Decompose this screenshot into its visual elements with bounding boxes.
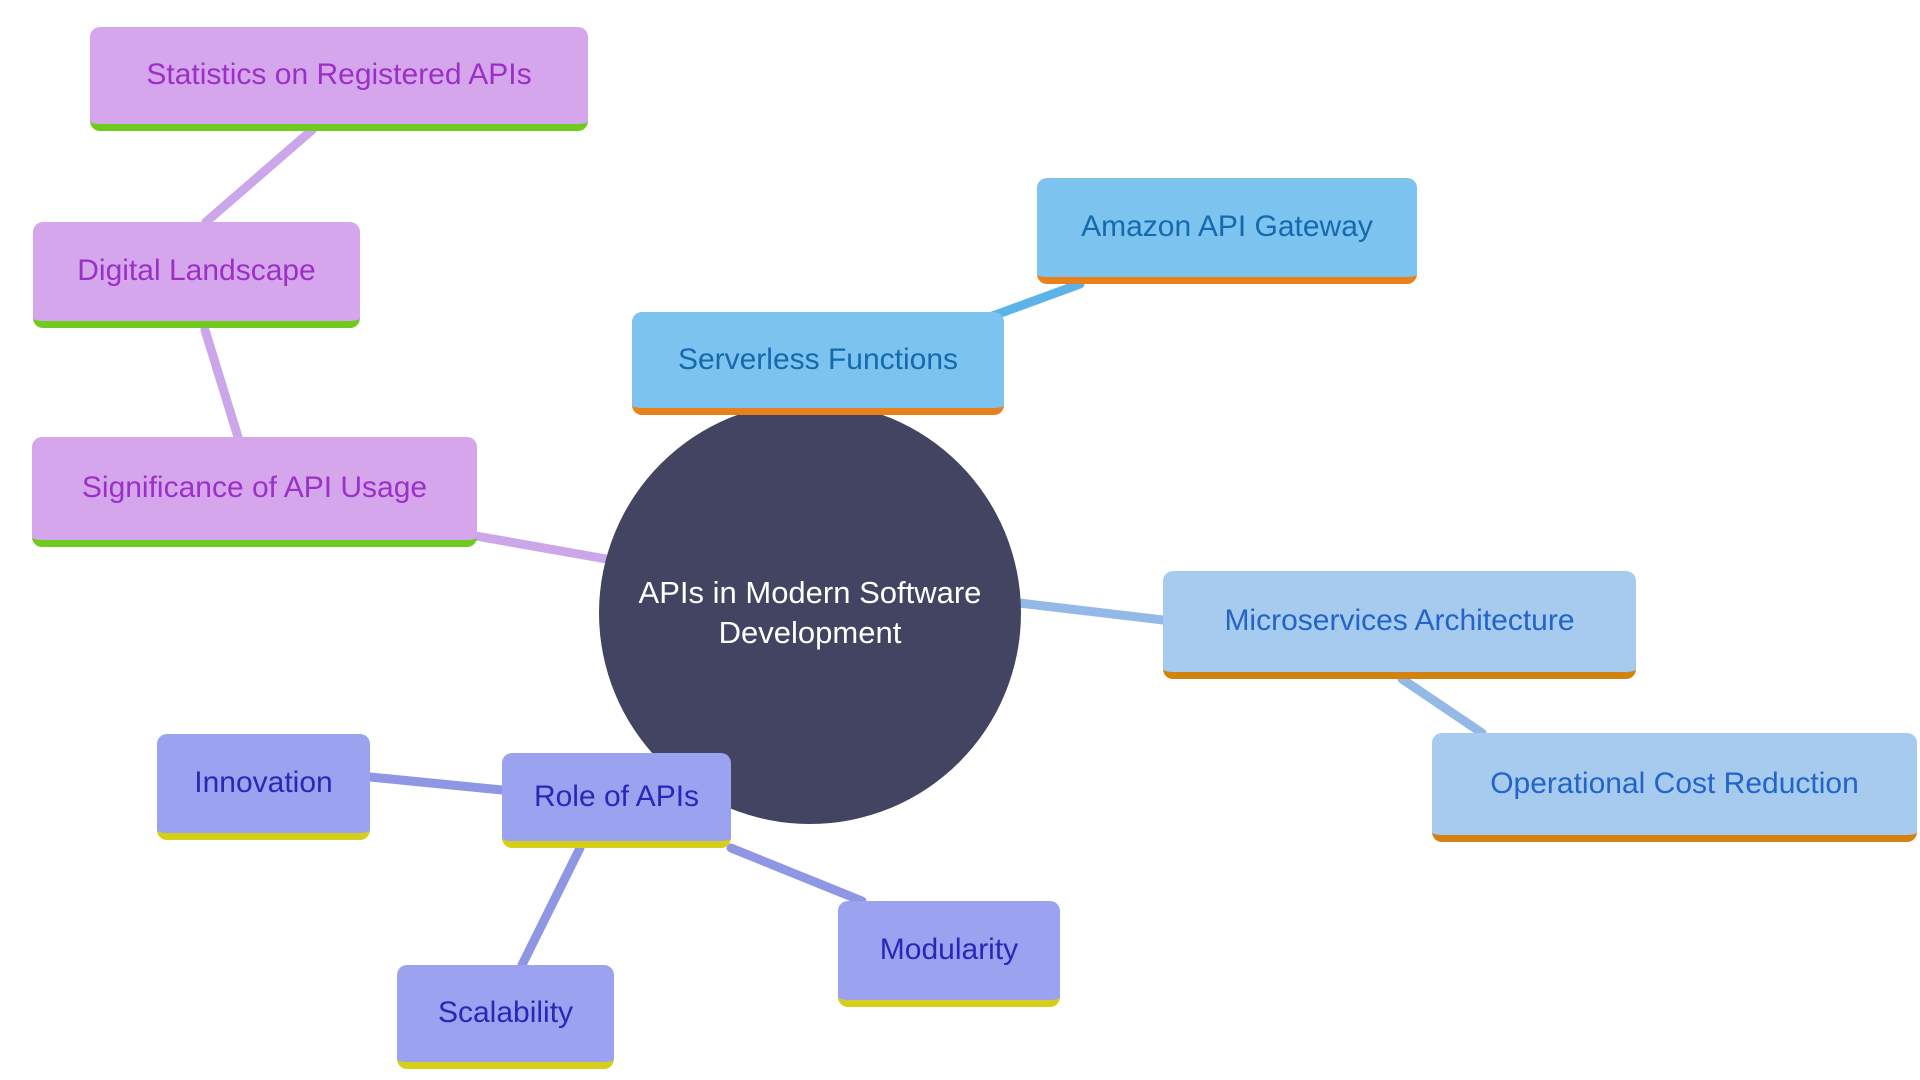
node-role-of-apis[interactable]: Role of APIs — [502, 753, 731, 848]
edge-microservices-cost — [1397, 674, 1487, 738]
node-label-cost-reduction: Operational Cost Reduction — [1490, 766, 1859, 800]
node-significance[interactable]: Significance of API Usage — [32, 437, 477, 547]
node-api-gateway[interactable]: Amazon API Gateway — [1037, 178, 1417, 284]
central-node-label: APIs in Modern Software Development — [638, 575, 982, 650]
node-label-serverless: Serverless Functions — [677, 342, 959, 376]
node-label-api-gateway: Amazon API Gateway — [1081, 210, 1373, 244]
node-serverless[interactable]: Serverless Functions — [632, 312, 1004, 415]
edge-central-microservices — [1014, 598, 1168, 625]
node-label-role-of-apis: Role of APIs — [533, 779, 700, 813]
node-label-modularity: Modularity — [879, 933, 1019, 967]
node-label-microservices: Microservices Architecture — [1224, 604, 1575, 638]
edge-role-modularity — [726, 843, 867, 906]
node-cost-reduction[interactable]: Operational Cost Reduction — [1432, 733, 1917, 842]
node-modularity[interactable]: Modularity — [838, 901, 1060, 1007]
node-label-scalability: Scalability — [437, 996, 574, 1030]
node-microservices[interactable]: Microservices Architecture — [1163, 571, 1636, 679]
edge-central-significance — [465, 530, 617, 565]
edge-role-innovation — [365, 772, 507, 795]
mindmap-canvas: APIs in Modern Software Development Stati… — [0, 0, 1920, 1080]
node-label-significance: Significance of API Usage — [81, 471, 428, 505]
edge-role-scalability — [517, 843, 585, 970]
node-digital-landscape[interactable]: Digital Landscape — [33, 222, 360, 328]
node-statistics[interactable]: Statistics on Registered APIs — [90, 27, 588, 131]
node-label-statistics: Statistics on Registered APIs — [146, 58, 532, 92]
node-innovation[interactable]: Innovation — [157, 734, 370, 840]
edge-digital-statistics — [201, 125, 317, 227]
edge-significance-digital — [200, 325, 243, 442]
node-label-digital-landscape: Digital Landscape — [77, 254, 316, 288]
node-scalability[interactable]: Scalability — [397, 965, 614, 1069]
node-label-innovation: Innovation — [194, 766, 333, 800]
